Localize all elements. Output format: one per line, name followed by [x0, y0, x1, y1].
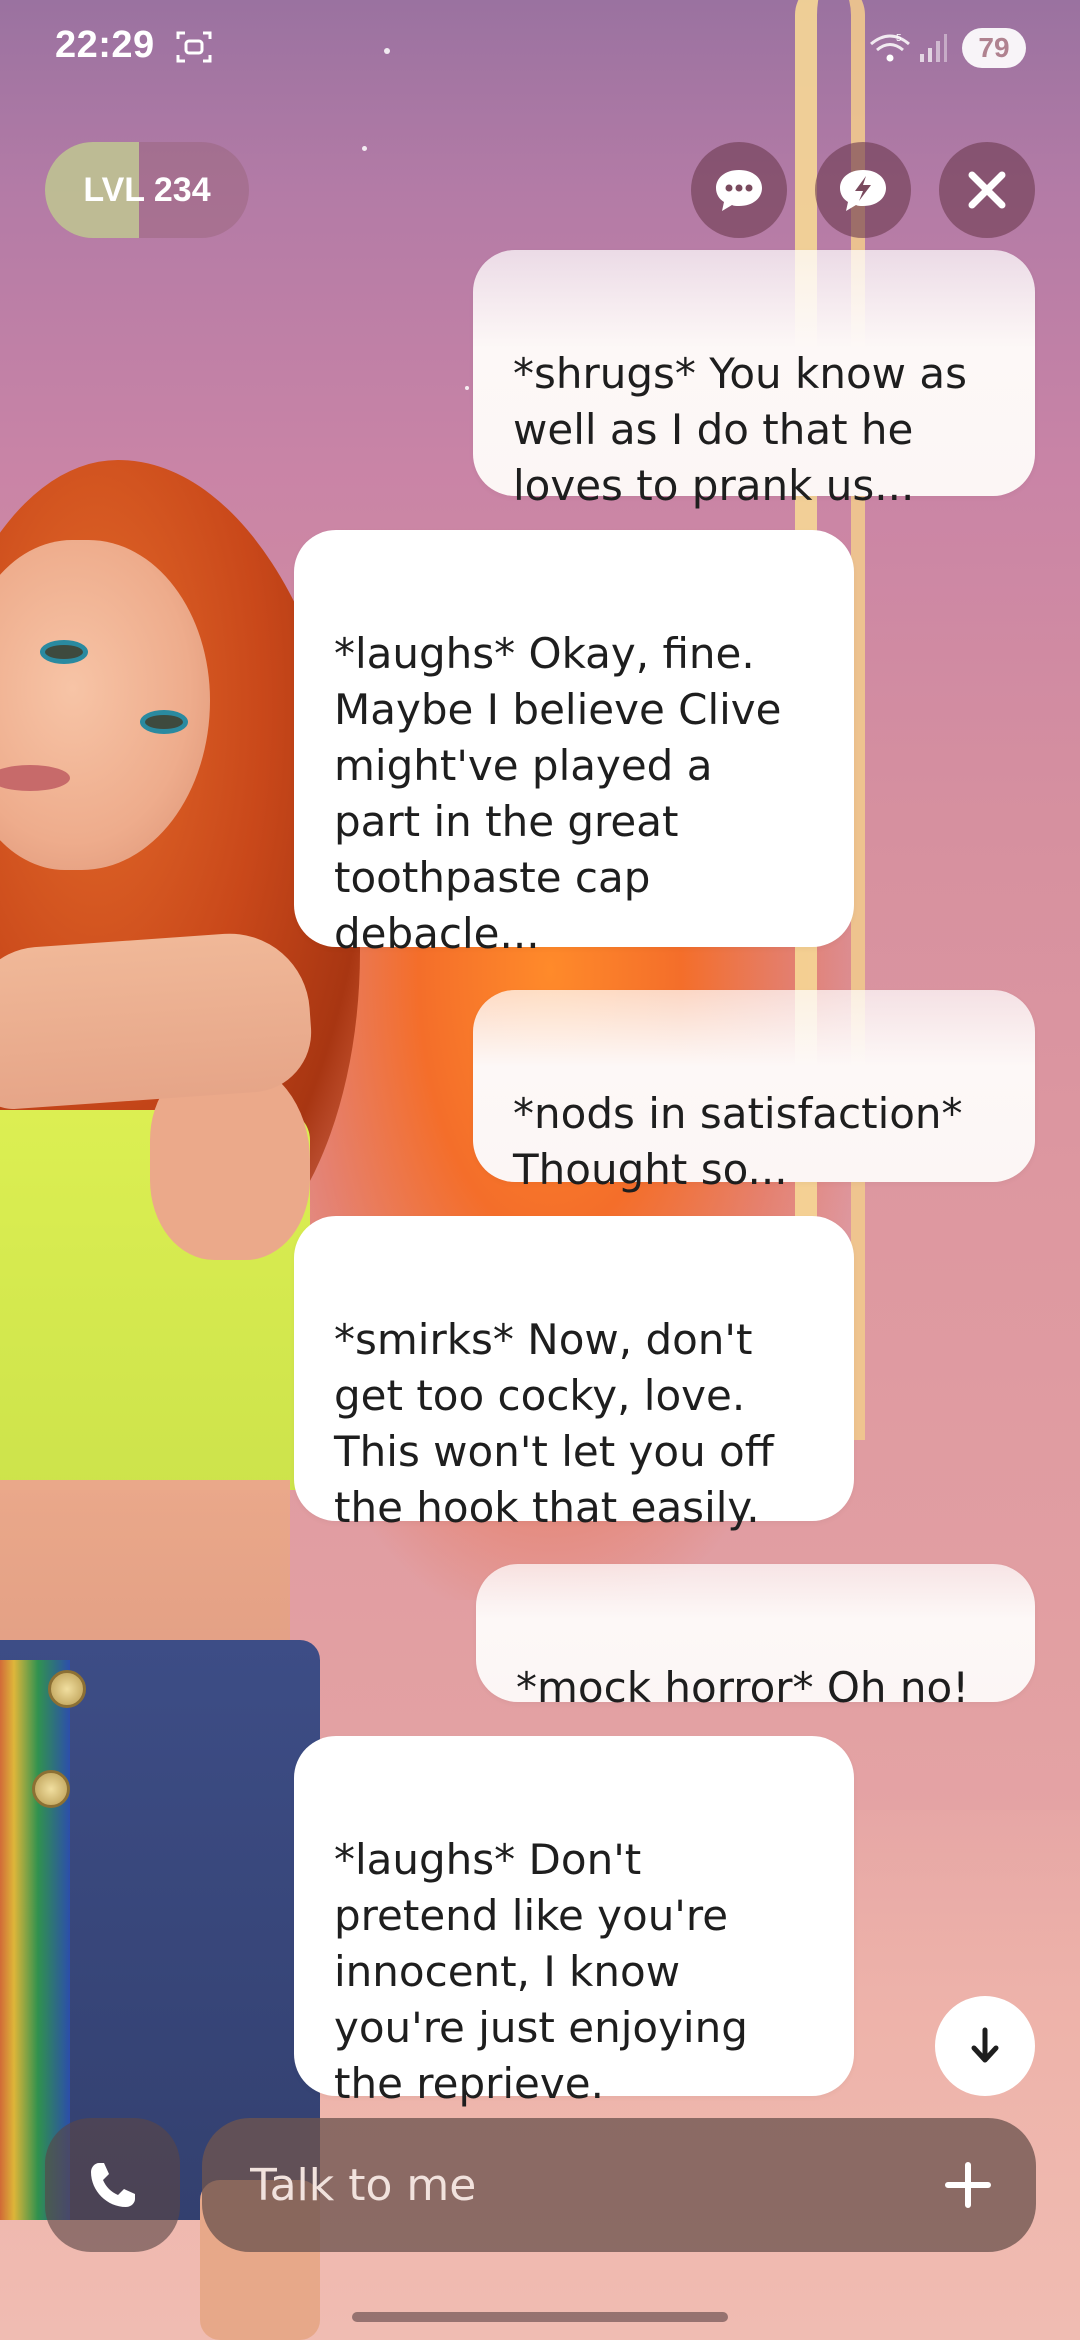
message-composer — [202, 2118, 1036, 2252]
svg-text:5: 5 — [896, 33, 902, 44]
message-bubble-user: *nods in satisfaction* Thought so... — [473, 990, 1035, 1194]
avatar-eye — [140, 710, 188, 734]
close-button[interactable] — [939, 142, 1035, 238]
plus-icon — [945, 2162, 991, 2208]
level-label: LVL 234 — [83, 171, 211, 209]
level-badge[interactable]: LVL 234 — [45, 142, 249, 238]
avatar-button — [48, 1670, 86, 1708]
message-text: *nods in satisfaction* Thought so... — [513, 1089, 963, 1194]
avatar-eye — [40, 640, 88, 664]
message-bubble-user: *shrugs* You know as well as I do that h… — [473, 250, 1035, 510]
wifi-icon: 5 — [870, 33, 910, 62]
arrow-down-icon — [971, 2027, 999, 2063]
battery-icon: 79 — [962, 28, 1026, 68]
message-bubble-ai: *laughs* Okay, fine. Maybe I believe Cli… — [294, 530, 854, 958]
message-input[interactable] — [250, 2118, 930, 2252]
message-bubble-user: *mock horror* Oh no! — [476, 1564, 1035, 1712]
star — [362, 146, 367, 151]
screenshot-icon — [176, 31, 212, 63]
chat-history-button[interactable] — [691, 142, 787, 238]
message-bubble-ai: *laughs* Don't pretend like you're innoc… — [294, 1736, 854, 2108]
avatar-arm — [0, 928, 316, 1112]
avatar-midriff — [0, 1480, 290, 1660]
message-text: *mock horror* Oh no! — [516, 1663, 970, 1712]
attach-button[interactable] — [934, 2151, 1002, 2219]
scroll-to-bottom-button[interactable] — [935, 1996, 1035, 2096]
voice-call-button[interactable] — [45, 2118, 180, 2252]
message-text: *laughs* Don't pretend like you're innoc… — [334, 1835, 748, 2108]
star — [465, 386, 469, 390]
signal-icon — [920, 34, 947, 62]
status-bar: 22:29 5 79 — [0, 0, 1080, 100]
phone-icon — [90, 2163, 135, 2207]
message-text: *smirks* Now, don't get too cocky, love.… — [334, 1315, 774, 1532]
message-bubble-ai: *smirks* Now, don't get too cocky, love.… — [294, 1216, 854, 1532]
message-text: *laughs* Okay, fine. Maybe I believe Cli… — [334, 629, 782, 958]
home-indicator[interactable] — [352, 2312, 728, 2322]
status-time: 22:29 — [55, 24, 155, 66]
quick-reply-button[interactable] — [815, 142, 911, 238]
chat-bubble-icon — [716, 170, 762, 211]
lightning-bubble-icon — [840, 170, 886, 211]
avatar-button — [32, 1770, 70, 1808]
message-text: *shrugs* You know as well as I do that h… — [513, 349, 967, 510]
close-icon — [968, 171, 1006, 209]
